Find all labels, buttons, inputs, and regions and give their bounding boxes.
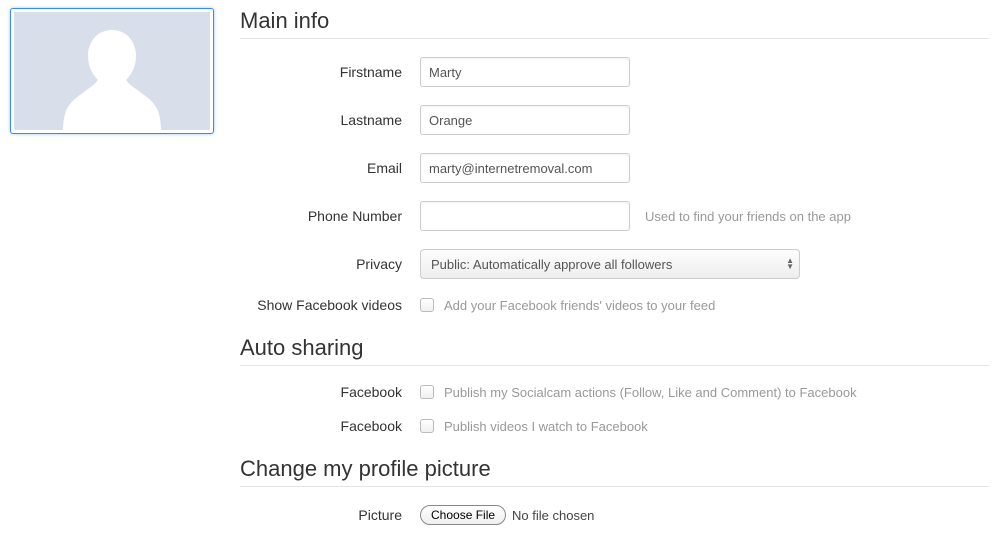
privacy-select-value: Public: Automatically approve all follow… [431, 257, 672, 272]
privacy-select[interactable]: Public: Automatically approve all follow… [420, 249, 800, 279]
choose-file-button[interactable]: Choose File [420, 505, 506, 525]
show-fb-videos-desc: Add your Facebook friends' videos to you… [444, 298, 715, 313]
firstname-input[interactable] [420, 57, 630, 87]
avatar[interactable] [10, 8, 214, 134]
picture-label: Picture [240, 507, 420, 523]
facebook2-desc: Publish videos I watch to Facebook [444, 419, 648, 434]
facebook2-checkbox[interactable] [420, 419, 434, 433]
email-label: Email [240, 160, 420, 176]
facebook1-checkbox[interactable] [420, 385, 434, 399]
lastname-input[interactable] [420, 105, 630, 135]
lastname-label: Lastname [240, 112, 420, 128]
avatar-placeholder-icon [14, 12, 210, 130]
email-input[interactable] [420, 153, 630, 183]
file-status: No file chosen [512, 508, 594, 523]
phone-label: Phone Number [240, 208, 420, 224]
phone-input[interactable] [420, 201, 630, 231]
show-fb-videos-label: Show Facebook videos [240, 297, 420, 313]
firstname-label: Firstname [240, 64, 420, 80]
section-auto-sharing: Auto sharing [240, 335, 989, 366]
facebook1-desc: Publish my Socialcam actions (Follow, Li… [444, 385, 857, 400]
phone-hint: Used to find your friends on the app [645, 209, 851, 224]
section-main-info: Main info [240, 8, 989, 39]
privacy-label: Privacy [240, 256, 420, 272]
section-change-picture: Change my profile picture [240, 456, 989, 487]
facebook1-label: Facebook [240, 384, 420, 400]
select-arrows-icon: ▲▼ [786, 258, 794, 270]
show-fb-videos-checkbox[interactable] [420, 298, 434, 312]
facebook2-label: Facebook [240, 418, 420, 434]
